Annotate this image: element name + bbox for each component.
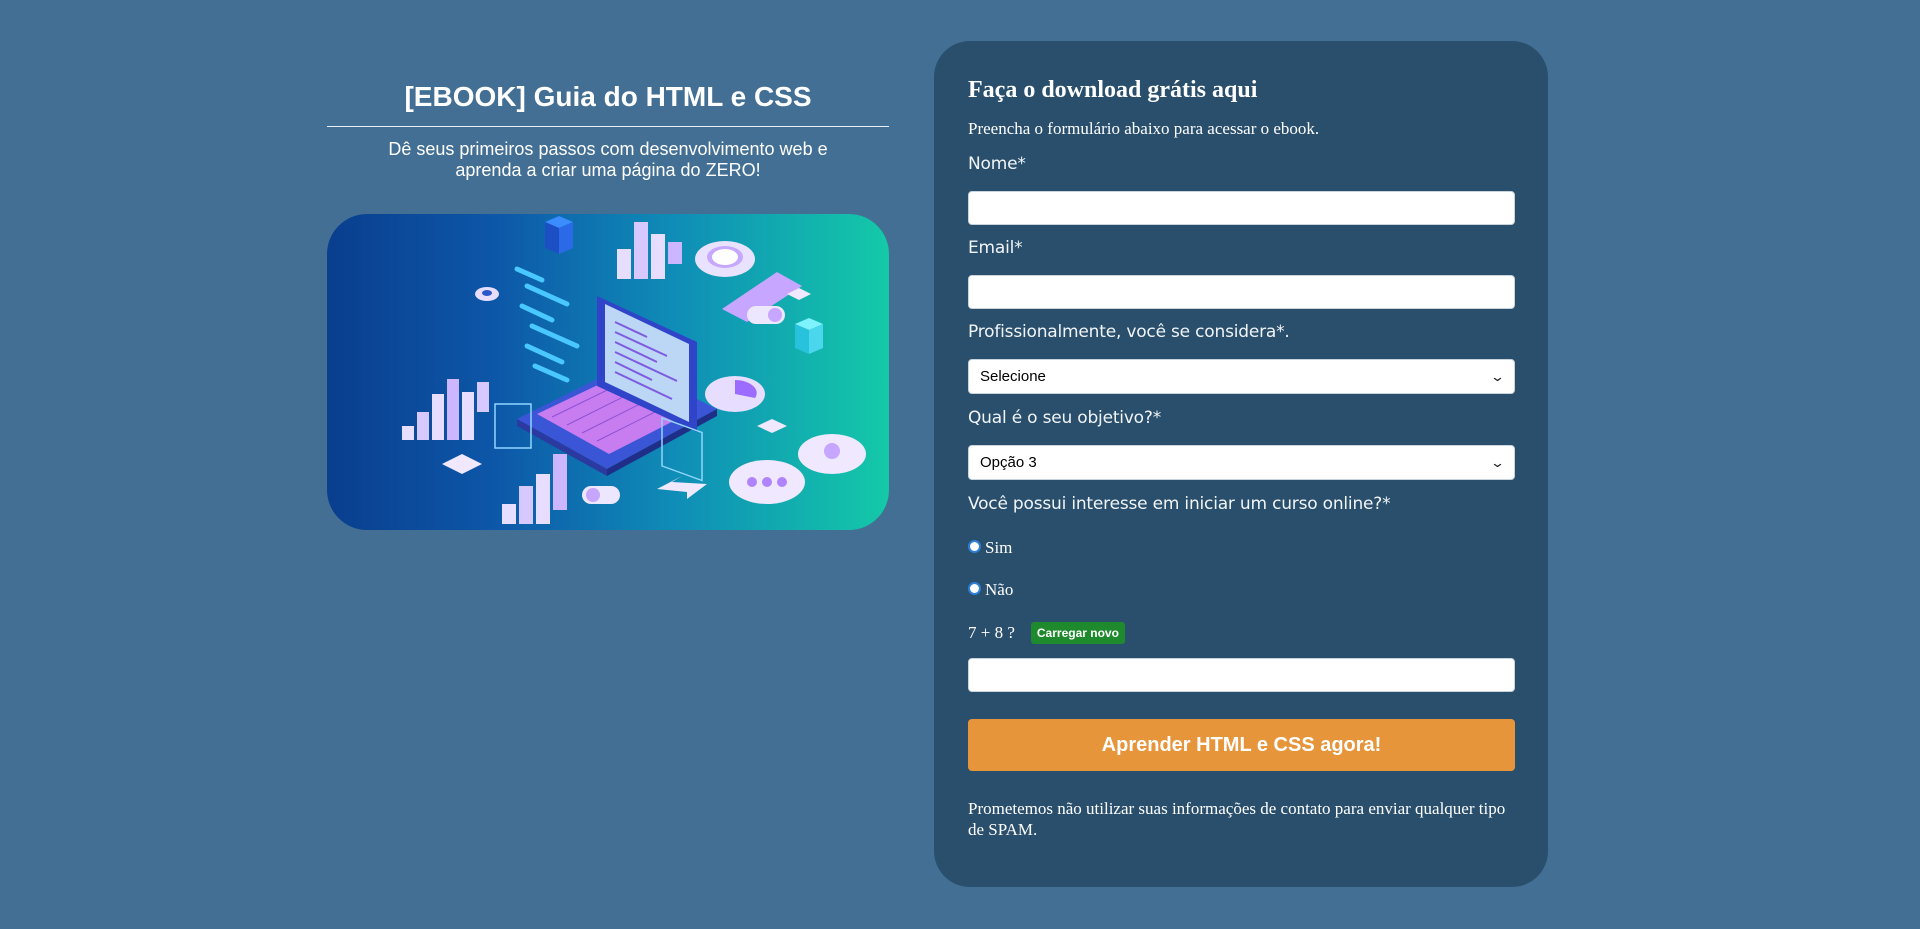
captcha: 7 + 8 ? Carregar novo: [968, 622, 1125, 644]
form-heading: Faça o download grátis aqui: [968, 77, 1258, 103]
captcha-question: 7 + 8 ?: [968, 623, 1015, 642]
email-label: Email*: [968, 238, 1023, 258]
submit-button[interactable]: Aprender HTML e CSS agora!: [968, 719, 1515, 771]
radio-button[interactable]: [968, 539, 981, 553]
chevron-down-icon: ⌄: [1489, 454, 1506, 470]
name-field[interactable]: [968, 191, 1515, 225]
course-interest-label: Você possui interesse em iniciar um curs…: [968, 494, 1391, 514]
ebook-intro: [EBOOK] Guia do HTML e CSS Dê seus prime…: [327, 80, 889, 181]
radio-option-nao[interactable]: Não: [968, 580, 1013, 600]
radio-option-sim[interactable]: Sim: [968, 538, 1012, 558]
chevron-down-icon: ⌄: [1489, 368, 1506, 384]
spam-disclaimer: Prometemos não utilizar suas informações…: [968, 799, 1506, 839]
profession-select[interactable]: Selecione ⌄: [968, 359, 1515, 394]
profession-label: Profissionalmente, você se considera*.: [968, 322, 1290, 342]
ebook-title: [EBOOK] Guia do HTML e CSS: [327, 80, 889, 127]
captcha-answer-field[interactable]: [968, 658, 1515, 692]
email-field[interactable]: [968, 275, 1515, 309]
objective-select[interactable]: Opção 3 ⌄: [968, 445, 1515, 480]
radio-label-nao: Não: [985, 580, 1014, 599]
radio-button[interactable]: [968, 581, 981, 595]
objective-selected-value: Opção 3: [980, 454, 1037, 471]
objective-label: Qual é o seu objetivo?*: [968, 408, 1162, 428]
form-intro: Preencha o formulário abaixo para acessa…: [968, 119, 1320, 138]
download-form-panel: Faça o download grátis aqui Preencha o f…: [934, 41, 1548, 887]
ebook-subtitle: Dê seus primeiros passos com desenvolvim…: [388, 139, 828, 180]
profession-selected-value: Selecione: [980, 368, 1046, 385]
captcha-reload-button[interactable]: Carregar novo: [1030, 622, 1125, 644]
name-label: Nome*: [968, 154, 1026, 174]
radio-label-sim: Sim: [985, 538, 1013, 557]
hero-illustration: [327, 214, 889, 530]
